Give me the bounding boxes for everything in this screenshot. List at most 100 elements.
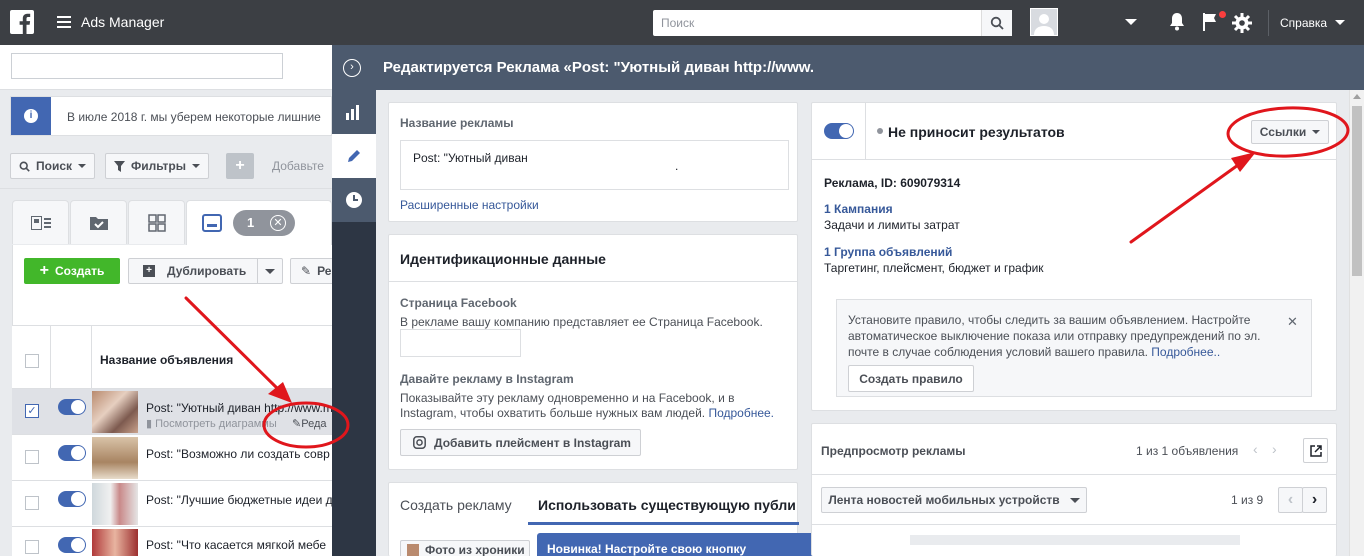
table-row[interactable]: Post: "Что касается мягкой мебе (12, 527, 332, 556)
instagram-icon (413, 436, 426, 449)
row-checkbox[interactable] (25, 540, 39, 554)
ad-name-card: Название рекламы Post: "Уютный диван . Р… (388, 102, 798, 222)
col-header-ad-name[interactable]: Название объявления (100, 353, 233, 367)
sidebar-item-edit[interactable] (332, 134, 376, 178)
timeline-photo-button[interactable]: Фото из хроники (400, 540, 530, 556)
table-row[interactable]: ✓ Post: "Уютный диван http://www.m ▮ Пос… (12, 389, 333, 435)
help-link[interactable]: Справка (1280, 16, 1327, 30)
notifications-icon[interactable] (1168, 12, 1186, 32)
chevron-down-icon (1069, 497, 1080, 503)
bar-chart-icon (346, 105, 359, 120)
ad-name[interactable]: Post: "Лучшие бюджетные идеи д (146, 493, 333, 507)
instagram-more-link[interactable]: Подробнее. (708, 406, 774, 420)
search-placeholder: Поиск (661, 16, 695, 30)
help-dropdown-icon[interactable] (1335, 20, 1345, 25)
links-label: Ссылки (1259, 125, 1307, 139)
create-label: Создать (54, 264, 105, 278)
ad-name-field[interactable]: Post: "Уютный диван . (400, 140, 789, 190)
scrollbar-thumb[interactable] (1352, 106, 1362, 276)
ad-thumbnail (92, 529, 138, 556)
search-input[interactable]: Поиск (653, 10, 981, 36)
filters-label: Фильтры (130, 159, 187, 173)
identity-divider (389, 281, 797, 282)
avatar[interactable] (1030, 8, 1058, 36)
edit-panel-header: › Редактируется Реклама «Post: "Уютный д… (332, 45, 1364, 90)
create-rule-label: Создать правило (859, 371, 963, 386)
row-edit-link[interactable]: ✎Реда (292, 417, 326, 430)
create-button[interactable]: + Создать (24, 258, 120, 284)
rule-more-link[interactable]: Подробнее.. (1151, 345, 1220, 359)
info-icon: i (11, 97, 51, 135)
view-tab-campaigns[interactable] (12, 200, 69, 244)
placement-select[interactable]: Лента новостей мобильных устройств (821, 487, 1087, 513)
preview-loading-bar (910, 535, 1240, 545)
add-instagram-placement-button[interactable]: Добавить плейсмент в Instagram (400, 429, 641, 456)
collapse-panel-icon[interactable]: › (343, 59, 361, 77)
close-icon[interactable]: ✕ (1287, 314, 1298, 330)
account-dropdown-icon[interactable] (1125, 19, 1137, 25)
facebook-logo-icon[interactable] (10, 10, 34, 34)
selected-count-badge[interactable]: 1 ✕ (233, 210, 295, 236)
chevron-down-icon[interactable] (265, 269, 275, 274)
view-tab-ads[interactable]: 1 ✕ (186, 200, 332, 246)
top-bar: Ads Manager Поиск Справка (0, 0, 1364, 45)
adset-link[interactable]: 1 Группа объявлений (824, 245, 952, 259)
row-checkbox[interactable] (25, 450, 39, 464)
links-dropdown-button[interactable]: Ссылки (1251, 120, 1329, 144)
search-filter-label: Поиск (35, 159, 72, 173)
placement-prev-button[interactable]: ‹ (1278, 487, 1303, 513)
instagram-desc-text: Показывайте эту рекламу одновременно и н… (400, 391, 735, 420)
view-tab-grid[interactable] (128, 200, 185, 244)
scrollbar-track[interactable] (1349, 90, 1364, 556)
ad-name[interactable]: Post: "Уютный диван http://www.m (146, 401, 333, 415)
open-external-button[interactable] (1303, 438, 1328, 463)
flag-alert-dot (1219, 11, 1226, 18)
row-toggle[interactable] (58, 445, 86, 461)
facebook-page-desc: В рекламе вашу компанию представляет ее … (400, 315, 763, 329)
flag-icon[interactable] (1202, 12, 1220, 32)
search-filter-button[interactable]: Поиск (10, 153, 95, 179)
scroll-up-icon[interactable] (1353, 94, 1361, 99)
placement-select-value: Лента новостей мобильных устройств (828, 493, 1060, 507)
ad-name[interactable]: Post: "Что касается мягкой мебе (146, 538, 326, 552)
menu-icon[interactable] (57, 16, 71, 28)
filters-button[interactable]: Фильтры (105, 153, 209, 179)
gear-icon[interactable] (1232, 13, 1252, 33)
preview-prev-icon[interactable]: ‹ (1253, 441, 1258, 457)
placement-next-button[interactable]: › (1302, 487, 1327, 513)
create-rule-button[interactable]: Создать правило (848, 365, 974, 392)
facebook-page-select[interactable] (400, 329, 521, 357)
sidebar-item-history[interactable] (332, 178, 376, 222)
table-row[interactable]: Post: "Возможно ли создать совр (12, 435, 332, 481)
view-charts-link[interactable]: ▮ Посмотреть диаграммы (146, 417, 277, 430)
campaign-link[interactable]: 1 Кампания (824, 202, 893, 216)
row-checkbox[interactable]: ✓ (25, 404, 39, 418)
row-checkbox[interactable] (25, 496, 39, 510)
row-toggle[interactable] (58, 399, 86, 415)
table-row[interactable]: Post: "Лучшие бюджетные идеи д (12, 481, 333, 527)
advanced-settings-link[interactable]: Расширенные настройки (400, 198, 539, 212)
app-title: Ads Manager (81, 14, 165, 30)
tab-use-existing-post[interactable]: Использовать существующую публи (528, 483, 799, 525)
tab-create-ad[interactable]: Создать рекламу (400, 497, 512, 513)
status-header-divider (812, 159, 1336, 160)
edit-label: Ре (317, 264, 332, 278)
select-all-checkbox[interactable] (25, 354, 39, 368)
search-button[interactable] (981, 10, 1012, 36)
row-toggle[interactable] (58, 537, 86, 553)
add-filter-button[interactable]: + (226, 153, 254, 179)
preview-next-icon[interactable]: › (1272, 441, 1277, 457)
identity-title: Идентификационные данные (400, 251, 606, 267)
clear-selection-icon[interactable]: ✕ (270, 215, 286, 231)
ad-status-toggle[interactable] (824, 123, 854, 139)
sidebar-item-charts[interactable] (332, 90, 376, 134)
ad-thumbnail (92, 391, 138, 433)
clock-icon (346, 192, 362, 208)
view-tab-adsets[interactable] (70, 200, 127, 244)
account-bar (0, 45, 332, 90)
account-selector[interactable] (11, 53, 283, 79)
ad-name[interactable]: Post: "Возможно ли создать совр (146, 447, 330, 461)
row-toggle[interactable] (58, 491, 86, 507)
add-filter-placeholder[interactable]: Добавьте (272, 159, 324, 173)
duplicate-button[interactable]: + Дублировать (128, 258, 283, 284)
